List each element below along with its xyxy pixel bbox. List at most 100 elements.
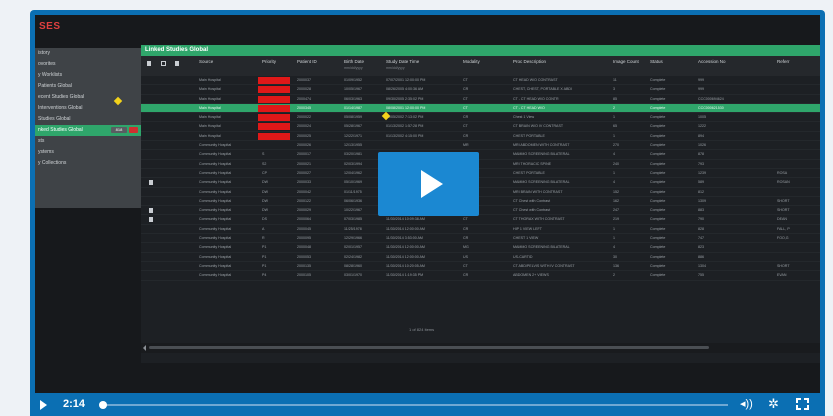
table-row[interactable]: Community HospitalCP200002712/04/1962CRC… [141,169,820,179]
fullscreen-icon[interactable] [796,398,809,410]
priority-flag [258,132,290,140]
table-cell-status: Complete [650,189,666,194]
sidebar-item[interactable]: Patients Global [35,81,141,92]
table-row[interactable]: Community HospitalDW200002910/22/196711/… [141,206,820,216]
table-row[interactable]: Main Hospital 2000022 05/08/1959 09/05/2002… [141,113,820,123]
table-cell-mod: CR [463,226,469,231]
table-cell-count: 162 [613,198,619,203]
sidebar-item-label: nked Studies Global [38,127,83,133]
sidebar-item[interactable]: Interventions Global [35,103,141,114]
column-header[interactable]: Status [650,59,663,64]
table-cell-date: 11/30/2014 3:53:00 AM [386,236,423,241]
table-row[interactable]: Main Hospital 2000037 01/09/1952 07/07/2001… [141,76,820,86]
table-row[interactable]: Main Hospital 2000345 01/14/1987 08/08/2001… [141,103,820,114]
column-header[interactable]: Accession No [698,59,726,64]
sidebar-item[interactable]: ecent Studies Global [35,92,141,103]
table-row[interactable]: Community Hospital R 2000095 12/29/1966 11/3… [141,234,820,244]
column-header[interactable]: Patient ID [297,59,317,64]
column-header[interactable]: Source [199,59,213,64]
new-document-icon[interactable] [147,61,151,66]
sidebar-item[interactable]: ovorites [35,59,141,70]
table-cell-dob: 02/03/1994 [344,161,362,166]
document-icon[interactable] [149,217,153,223]
table-row[interactable]: Community HospitalDW200004201/11/197511/… [141,188,820,197]
table-row[interactable]: Community Hospital P1 2000135 08/28/1960 11/… [141,262,820,272]
table-cell-acc: 1222 [698,124,706,129]
document-icon[interactable] [149,180,153,186]
table-cell-desc: MAMMO SCREENING BILATERAL [513,180,570,185]
table-cell-ref: SHORT [777,208,790,213]
lock-icon[interactable] [175,61,179,66]
table-cell-mod: CT [463,105,468,110]
video-viewport[interactable]: SES istory ovorites y Worklists Patients Gl… [35,15,820,393]
sidebar-item-label: sts [38,138,45,144]
document-icon[interactable] [149,208,153,214]
alert-badge [129,127,138,133]
table-cell-count: 4 [613,180,615,185]
column-header[interactable]: Birth Date [344,59,364,64]
table-row[interactable]: Community HospitalS2200002102/03/1994MRM… [141,160,820,169]
table-cell-desc: CT BRAIN W/O IV CONTRAST [513,124,564,129]
column-header[interactable]: Modality [463,59,480,64]
table-cell-status: Complete [650,78,666,82]
table-cell-source: Community Hospital [199,143,232,148]
sidebar-item[interactable]: Studies Global [35,114,141,125]
table-row[interactable]: Community Hospital P4 2000105 03/01/1970 11/… [141,271,820,281]
table-cell-priority: S2 [262,161,267,166]
table-cell-status: Complete [650,236,666,241]
table-row[interactable]: Main Hospital 2000024 05/28/1967 01/13/2002… [141,122,820,132]
table-cell-acc: 828 [698,226,704,231]
sidebar-item[interactable]: istory [35,48,141,59]
table-row[interactable]: Community Hospital 2000026 12/13/1955 MR MRI… [141,141,820,151]
sidebar-item[interactable]: y Worklists [35,70,141,81]
sidebar-item[interactable]: ystems [35,147,141,158]
volume-icon[interactable]: ◂)) [740,397,753,410]
table-cell-dob: 01/14/1987 [344,105,362,110]
column-header[interactable]: Referr [777,59,790,64]
table-row[interactable]: Community HospitalDW200012206/06/193611/… [141,197,820,207]
progress-knob[interactable] [98,401,107,409]
column-header[interactable]: Image Count [613,59,639,64]
table-row[interactable]: Community HospitalDW200003305/10/196911/… [141,178,820,188]
table-cell-ref: ROSA [777,170,788,175]
table-cell-source: Community Hospital [199,245,232,250]
table-row[interactable]: Main Hospital 2000025 12/22/1971 01/13/2002… [141,132,820,142]
table-cell-pid: 2000105 [297,273,311,278]
sidebar-item-label: ovorites [38,61,56,67]
gear-icon[interactable]: ✲ [768,396,779,412]
table-cell-mod: CT [463,124,468,129]
play-button[interactable] [378,152,479,216]
scroll-left-icon[interactable] [143,345,146,351]
column-header-subtitle: mm/dd/yyyy [344,66,363,70]
table-cell-pid: 2000064 [297,217,311,222]
edit-icon[interactable] [161,61,166,66]
table-row[interactable]: Main Hospital 2000474 06/03/1963 09/30/2005… [141,95,820,104]
sidebar-item[interactable]: nked Studies Global 818 [35,125,141,136]
horizontal-scrollbar[interactable] [141,343,820,353]
column-header[interactable]: Proc Description [513,59,546,64]
table-row[interactable]: Community Hospital P1 2000053 02/24/1982 11/… [141,253,820,262]
progress-track[interactable] [100,404,728,406]
table-cell-count: 30 [613,254,617,259]
sidebar-item[interactable]: sts [35,136,141,147]
table-row[interactable]: Community Hospital P1 2000048 02/01/1957 11/… [141,243,820,253]
column-header[interactable]: Study Date Time [386,59,419,64]
column-header[interactable]: Priority [262,59,276,64]
table-cell-dob: 10/05/1967 [344,87,362,92]
scroll-thumb[interactable] [149,346,709,349]
sidebar-item-label: Interventions Global [38,105,83,111]
priority-flag [258,104,290,112]
table-cell-acc: 1026 [698,143,706,148]
table-cell-pid: 2000022 [297,115,311,120]
priority-flag [258,123,290,131]
sidebar-item[interactable]: y Collections [35,158,141,169]
table-row[interactable]: Community Hospital A 2000045 11/25/1978 11/3… [141,225,820,235]
table-cell-source: Community Hospital [199,226,232,231]
table-cell-acc: 790 [698,217,704,222]
table-row[interactable]: Community HospitalS200001703/20/1981MGMA… [141,150,820,160]
table-cell-count: 3 [613,87,615,92]
play-control-icon[interactable] [40,400,47,410]
table-row[interactable]: Community Hospital DS 2000064 07/03/1985 11/… [141,215,820,225]
table-cell-dob: 05/10/1969 [344,180,362,185]
table-row[interactable]: Main Hospital 2000028 10/05/1967 08/26/2005… [141,85,820,95]
